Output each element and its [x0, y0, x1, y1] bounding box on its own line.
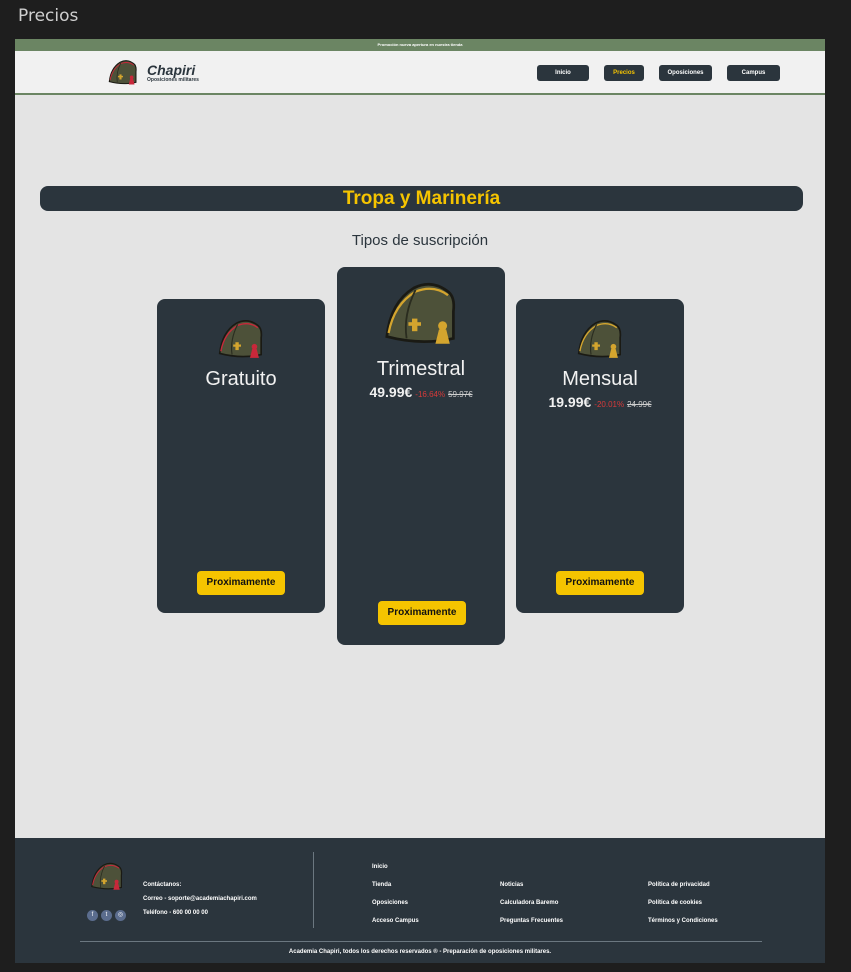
price-row: 19.99€ -20.01% 24.99€: [516, 394, 684, 410]
contact-phone: Teléfono - 600 00 00 00: [143, 910, 208, 916]
nav-oposiciones-button[interactable]: Oposiciones: [659, 65, 712, 81]
garrison-cap-icon: [213, 317, 269, 363]
plan-name: Gratuito: [205, 368, 277, 390]
footer-link[interactable]: Política de cookies: [648, 894, 718, 912]
logo[interactable]: Chapiri Oposiciones militares: [105, 58, 199, 88]
plan-card-mensual: Mensual 19.99€ -20.01% 24.99€ Proximamen…: [516, 299, 684, 613]
garrison-cap-icon: [376, 277, 466, 353]
footer-link[interactable]: Política de privacidad: [648, 876, 718, 894]
footer-col-2: Noticias Calculadora Baremo Preguntas Fr…: [500, 876, 563, 930]
instagram-icon[interactable]: ◎: [115, 910, 126, 921]
brand-tagline: Oposiciones militares: [147, 77, 199, 83]
footer-divider: [313, 852, 314, 928]
page: Promoción nueva apertura en nuestra tien…: [15, 39, 825, 963]
garrison-cap-icon: [87, 858, 127, 896]
garrison-cap-icon: [572, 317, 628, 363]
price-row: 49.99€ -16.64% 59.97€: [337, 384, 505, 400]
contact-heading: Contáctanos:: [143, 882, 182, 888]
contact-block: Contáctanos: Correo - soporte@academiach…: [143, 878, 257, 920]
plan-name: Mensual: [562, 368, 638, 390]
site-footer: Contáctanos: Correo - soporte@academiach…: [15, 838, 825, 963]
copyright: Academia Chapiri, todos los derechos res…: [288, 949, 552, 955]
nav-campus-button[interactable]: Campus: [727, 65, 780, 81]
footer-link[interactable]: Noticias: [500, 876, 563, 894]
logo-text: Chapiri Oposiciones militares: [147, 63, 199, 83]
footer-link[interactable]: Oposiciones: [372, 894, 419, 912]
old-price: 59.97€: [448, 390, 473, 399]
window-title: Precios: [18, 6, 79, 26]
plan-card-trimestral: Trimestral 49.99€ -16.64% 59.97€ Proxima…: [337, 267, 505, 645]
footer-link[interactable]: Términos y Condiciones: [648, 912, 718, 930]
footer-col-3: Política de privacidad Política de cooki…: [648, 876, 718, 930]
promo-bar: Promoción nueva apertura en nuestra tien…: [15, 39, 825, 51]
social-links: f t ◎: [87, 910, 126, 921]
discount-badge: -16.64%: [415, 390, 446, 399]
site-header: Chapiri Oposiciones militares Inicio Pre…: [15, 51, 825, 95]
proximamente-button[interactable]: Proximamente: [378, 601, 466, 625]
section-title: Tropa y Marinería: [40, 186, 803, 211]
footer-link[interactable]: Tienda: [372, 876, 419, 894]
facebook-icon[interactable]: f: [87, 910, 98, 921]
price: 19.99€: [548, 394, 592, 410]
contact-email[interactable]: Correo - soporte@academiachapiri.com: [143, 892, 257, 906]
footer-rule: [80, 941, 762, 942]
proximamente-button[interactable]: Proximamente: [197, 571, 285, 595]
price: 49.99€: [369, 384, 413, 400]
footer-link[interactable]: Calculadora Baremo: [500, 894, 563, 912]
garrison-cap-icon: [105, 58, 141, 88]
footer-link[interactable]: Inicio: [372, 858, 419, 876]
footer-link[interactable]: Acceso Campus: [372, 912, 419, 930]
discount-badge: -20.01%: [594, 400, 625, 409]
main-nav: Inicio Precios Oposiciones Campus: [537, 65, 780, 81]
twitter-icon[interactable]: t: [101, 910, 112, 921]
section-subtitle: Tipos de suscripción: [351, 232, 489, 249]
nav-precios-button[interactable]: Precios: [604, 65, 644, 81]
footer-link[interactable]: Preguntas Frecuentes: [500, 912, 563, 930]
plan-card-gratuito: Gratuito Proximamente: [157, 299, 325, 613]
brand-name: Chapiri: [147, 62, 196, 78]
footer-col-1: Inicio Tienda Oposiciones Acceso Campus: [372, 858, 419, 930]
nav-inicio-button[interactable]: Inicio: [537, 65, 589, 81]
proximamente-button[interactable]: Proximamente: [556, 571, 644, 595]
plan-name: Trimestral: [376, 358, 466, 380]
old-price: 24.99€: [627, 400, 652, 409]
